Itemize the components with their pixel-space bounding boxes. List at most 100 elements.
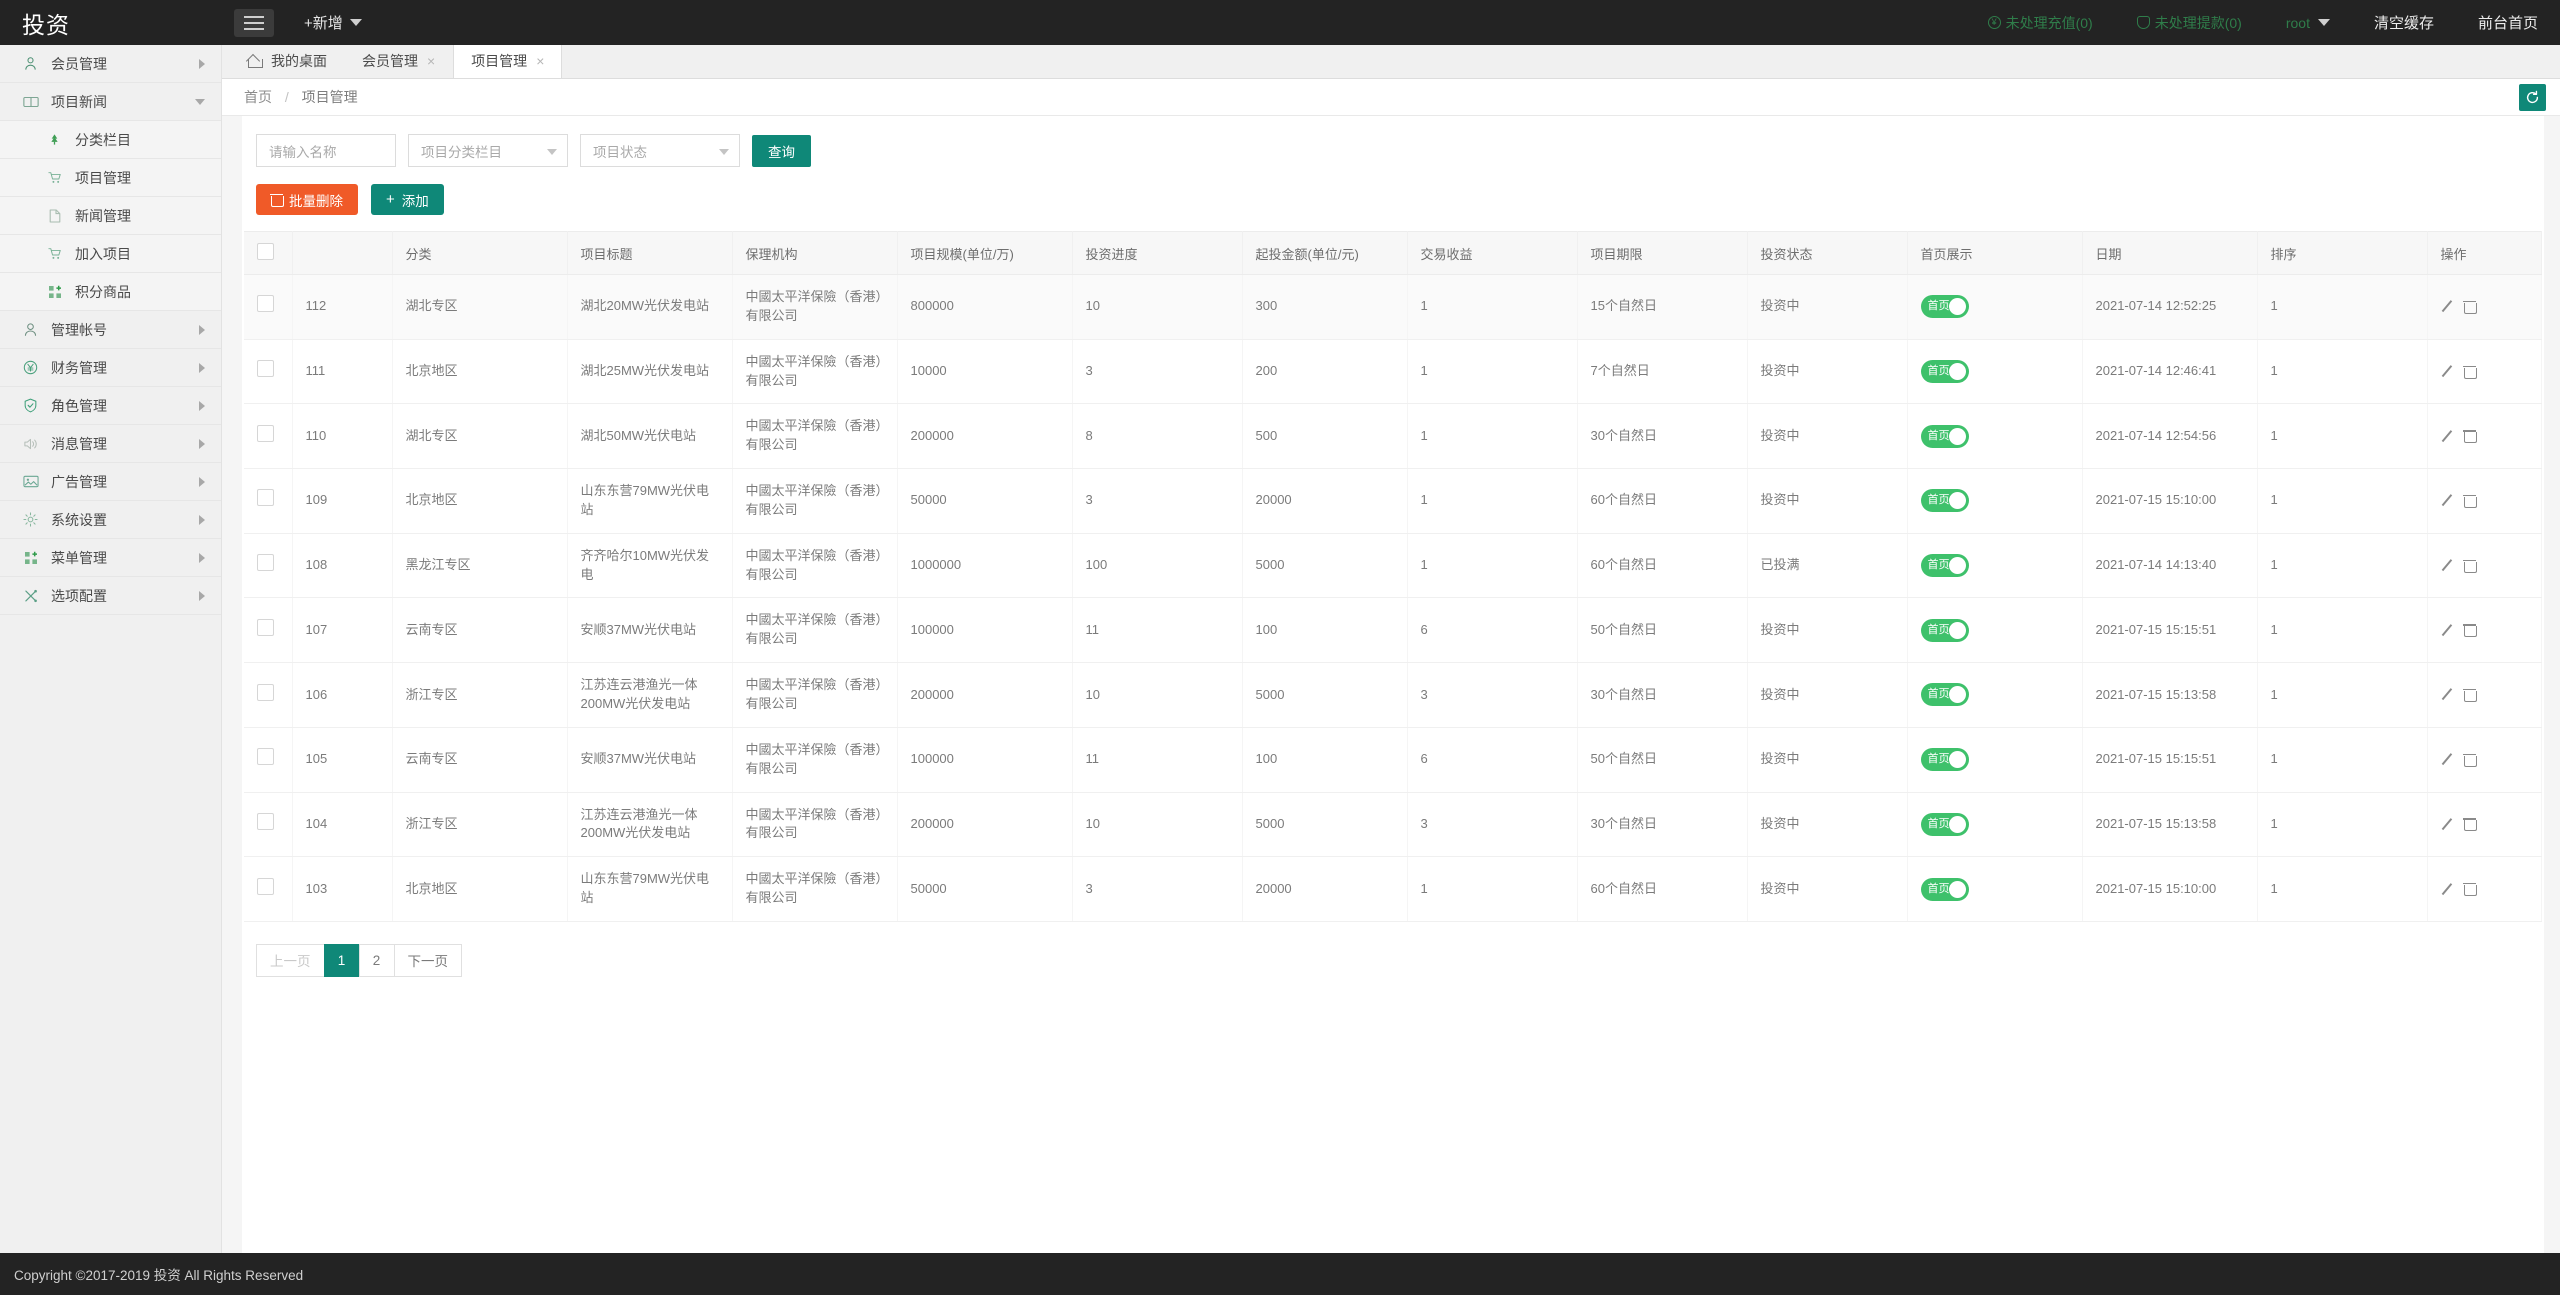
clear-cache-button[interactable]: 清空缓存 (2374, 12, 2434, 33)
row-checkbox[interactable] (257, 878, 274, 895)
sidebar-item-0[interactable]: 会员管理 (0, 45, 221, 83)
cell-income: 1 (1407, 469, 1577, 534)
sidebar-item-1[interactable]: 项目新闻 (0, 83, 221, 121)
cell-title: 安顺37MW光伏电站 (567, 727, 732, 792)
row-checkbox[interactable] (257, 619, 274, 636)
new-menu-button[interactable]: +新增 (304, 12, 362, 33)
hamburger-icon[interactable] (234, 9, 274, 37)
content-area: 我的桌面会员管理×项目管理× 首页 / 项目管理 请输入名称 项目分类栏目 (222, 45, 2560, 1295)
close-icon[interactable]: × (427, 54, 435, 68)
home-display-toggle[interactable]: 首页 (1921, 683, 1969, 706)
refresh-icon[interactable] (2519, 84, 2546, 111)
edit-pencil-icon[interactable] (2441, 624, 2454, 637)
edit-pencil-icon[interactable] (2441, 365, 2454, 378)
row-checkbox[interactable] (257, 295, 274, 312)
pagination-next[interactable]: 下一页 (394, 944, 463, 977)
sidebar-item-14[interactable]: 选项配置 (0, 577, 221, 615)
delete-trash-icon[interactable] (2464, 883, 2475, 895)
home-display-toggle[interactable]: 首页 (1921, 360, 1969, 383)
pagination-prev[interactable]: 上一页 (256, 944, 325, 977)
pending-withdraw-link[interactable]: 未处理提款(0) (2137, 13, 2242, 33)
sidebar-item-13[interactable]: 菜单管理 (0, 539, 221, 577)
sidebar-item-11[interactable]: 广告管理 (0, 463, 221, 501)
edit-pencil-icon[interactable] (2441, 494, 2454, 507)
delete-trash-icon[interactable] (2464, 301, 2475, 313)
home-display-toggle[interactable]: 首页 (1921, 748, 1969, 771)
tab-1[interactable]: 会员管理× (345, 44, 453, 78)
delete-trash-icon[interactable] (2464, 430, 2475, 442)
pending-recharge-label: 未处理充值(0) (2006, 13, 2093, 33)
toggle-knob (1949, 492, 1966, 509)
category-select[interactable]: 项目分类栏目 (408, 134, 568, 167)
status-select[interactable]: 项目状态 (580, 134, 740, 167)
cell-scale: 1000000 (897, 533, 1072, 598)
row-checkbox-cell (244, 339, 292, 404)
sidebar-item-2[interactable]: 分类栏目 (0, 121, 221, 159)
sidebar-item-7[interactable]: 管理帐号 (0, 311, 221, 349)
batch-delete-button[interactable]: 批量删除 (256, 184, 358, 215)
user-menu[interactable]: root (2286, 15, 2330, 31)
row-checkbox[interactable] (257, 748, 274, 765)
sidebar-item-9[interactable]: 角色管理 (0, 387, 221, 425)
delete-trash-icon[interactable] (2464, 366, 2475, 378)
edit-pencil-icon[interactable] (2441, 753, 2454, 766)
tab-2[interactable]: 项目管理× (453, 44, 562, 78)
pagination-page-1[interactable]: 1 (324, 944, 360, 977)
tab-0[interactable]: 我的桌面 (230, 44, 345, 78)
home-display-toggle[interactable]: 首页 (1921, 425, 1969, 448)
cell-income: 1 (1407, 339, 1577, 404)
table-row: 104浙江专区江苏连云港渔光一体200MW光伏发电站中國太平洋保險（香港）有限公… (244, 792, 2542, 857)
add-button[interactable]: + 添加 (371, 184, 444, 215)
home-display-toggle[interactable]: 首页 (1921, 295, 1969, 318)
column-header-0 (244, 232, 292, 275)
front-home-link[interactable]: 前台首页 (2478, 12, 2538, 33)
home-display-toggle[interactable]: 首页 (1921, 813, 1969, 836)
row-checkbox[interactable] (257, 554, 274, 571)
cell-term: 30个自然日 (1577, 663, 1747, 728)
sidebar-item-3[interactable]: 项目管理 (0, 159, 221, 197)
edit-pencil-icon[interactable] (2441, 559, 2454, 572)
sidebar-item-10[interactable]: 消息管理 (0, 425, 221, 463)
delete-trash-icon[interactable] (2464, 624, 2475, 636)
edit-pencil-icon[interactable] (2441, 818, 2454, 831)
cell-id: 106 (292, 663, 392, 728)
row-checkbox[interactable] (257, 813, 274, 830)
table-row: 105云南专区安顺37MW光伏电站中國太平洋保險（香港）有限公司10000011… (244, 727, 2542, 792)
chevron-right-icon (199, 553, 205, 563)
edit-pencil-icon[interactable] (2441, 300, 2454, 313)
sidebar-item-12[interactable]: 系统设置 (0, 501, 221, 539)
row-checkbox[interactable] (257, 684, 274, 701)
edit-pencil-icon[interactable] (2441, 430, 2454, 443)
home-display-toggle[interactable]: 首页 (1921, 878, 1969, 901)
row-checkbox[interactable] (257, 360, 274, 377)
breadcrumb-root[interactable]: 首页 (244, 89, 272, 105)
close-icon[interactable]: × (536, 54, 544, 68)
cell-term: 60个自然日 (1577, 469, 1747, 534)
pagination-page-2[interactable]: 2 (359, 944, 395, 977)
home-display-toggle[interactable]: 首页 (1921, 489, 1969, 512)
home-display-toggle[interactable]: 首页 (1921, 554, 1969, 577)
delete-trash-icon[interactable] (2464, 754, 2475, 766)
sidebar-item-label: 管理帐号 (51, 320, 199, 340)
delete-trash-icon[interactable] (2464, 495, 2475, 507)
edit-pencil-icon[interactable] (2441, 688, 2454, 701)
sidebar-item-4[interactable]: 新闻管理 (0, 197, 221, 235)
search-input[interactable]: 请输入名称 (256, 134, 396, 167)
pending-recharge-link[interactable]: ¥ 未处理充值(0) (1988, 13, 2093, 33)
sidebar-item-label: 加入项目 (75, 244, 205, 264)
row-checkbox[interactable] (257, 489, 274, 506)
cell-scale: 200000 (897, 404, 1072, 469)
home-display-toggle[interactable]: 首页 (1921, 619, 1969, 642)
delete-trash-icon[interactable] (2464, 689, 2475, 701)
row-checkbox[interactable] (257, 425, 274, 442)
edit-pencil-icon[interactable] (2441, 883, 2454, 896)
sidebar-item-6[interactable]: 积分商品 (0, 273, 221, 311)
sidebar-item-8[interactable]: 财务管理 (0, 349, 221, 387)
cell-income: 1 (1407, 404, 1577, 469)
delete-trash-icon[interactable] (2464, 560, 2475, 572)
delete-trash-icon[interactable] (2464, 818, 2475, 830)
query-button[interactable]: 查询 (752, 135, 811, 167)
row-actions (2441, 624, 2529, 637)
sidebar-item-5[interactable]: 加入项目 (0, 235, 221, 273)
select-all-checkbox[interactable] (257, 243, 274, 260)
